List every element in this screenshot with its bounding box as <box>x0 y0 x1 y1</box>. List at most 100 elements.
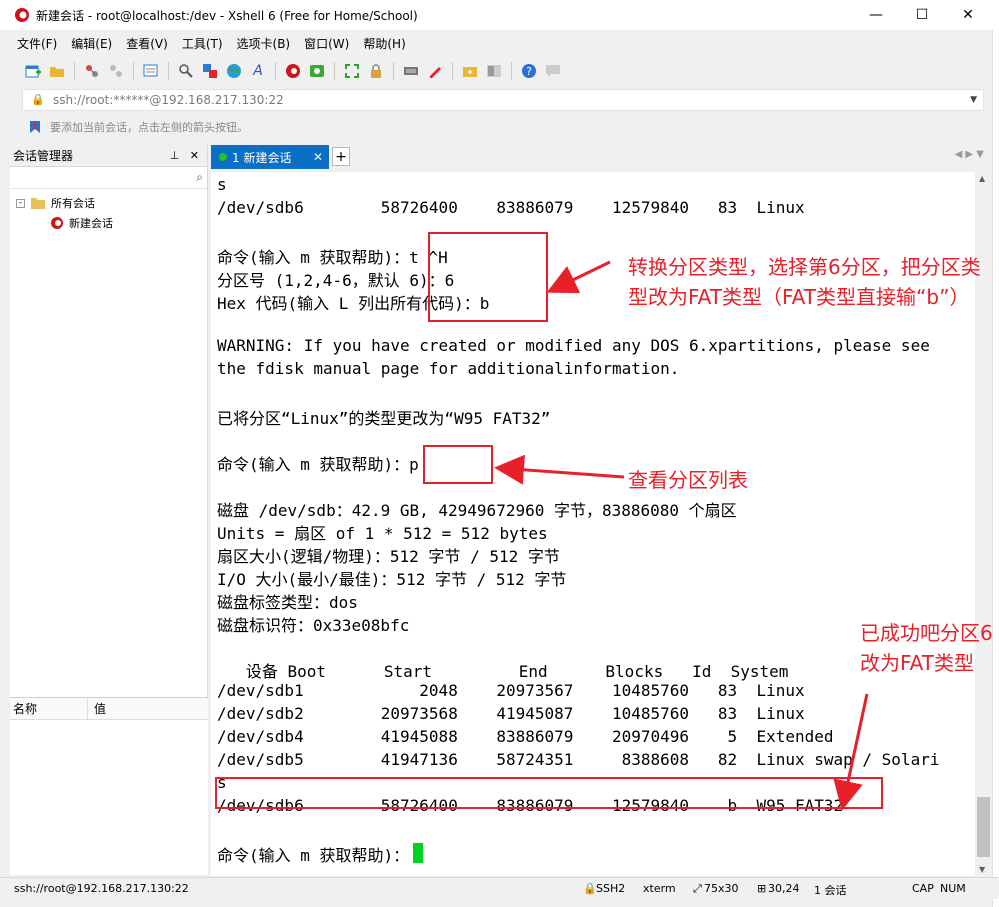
terminal-line: /dev/sdb6 58726400 83886079 12579840 83 … <box>217 198 805 217</box>
terminal-line: 设备 Boot Start End Blocks Id System <box>217 662 789 681</box>
lock-icon[interactable] <box>365 60 387 82</box>
status-bar: ssh://root@192.168.217.130:22 🔒 SSH2 xte… <box>0 877 999 899</box>
terminal-line: /dev/sdb1 2048 20973567 10485760 83 Linu… <box>217 681 805 700</box>
terminal-line: 磁盘 /dev/sdb：42.9 GB, 42949672960 字节，8388… <box>217 501 737 520</box>
toolbar-separator <box>334 62 335 80</box>
transfer-icon[interactable] <box>199 60 221 82</box>
properties-icon[interactable] <box>140 60 162 82</box>
tab-strip: 1 新建会话 ✕ + ◀ ▶ ▼ <box>211 145 988 169</box>
session-manager-title: 会话管理器 <box>13 149 74 163</box>
session-search[interactable]: ⌕ <box>10 167 207 189</box>
open-folder-icon[interactable] <box>46 60 68 82</box>
highlight-box-sdb6 <box>215 777 883 809</box>
status-sessions: 1 会话 <box>814 884 847 897</box>
disconnect-icon[interactable] <box>105 60 127 82</box>
terminal-line: 已将分区“Linux”的类型更改为“W95 FAT32” <box>217 409 551 428</box>
terminal-line: WARNING: If you have created or modified… <box>217 336 930 355</box>
search-icon[interactable]: ⌕ <box>196 170 203 185</box>
chevron-down-icon[interactable]: ▼ <box>970 95 977 105</box>
find-icon[interactable] <box>175 60 197 82</box>
xftp-icon[interactable] <box>306 60 328 82</box>
new-session-icon[interactable] <box>22 60 44 82</box>
svg-text:?: ? <box>526 65 532 78</box>
fullscreen-icon[interactable] <box>341 60 363 82</box>
scroll-up-icon[interactable]: ▲ <box>979 174 985 183</box>
annotation-success: 已成功吧分区6 改为FAT类型 <box>860 621 993 675</box>
address-value[interactable]: ssh://root:******@192.168.217.130:22 <box>53 93 284 107</box>
session-manager-header: 会话管理器 ⊥ ✕ <box>10 145 207 167</box>
toolbar-separator <box>511 62 512 80</box>
col-name[interactable]: 名称 <box>10 698 88 719</box>
collapse-icon[interactable]: - <box>16 198 25 208</box>
toolbar-separator <box>133 62 134 80</box>
terminal-line: Units = 扇区 of 1 * 512 = 512 bytes <box>217 524 548 543</box>
minimize-button[interactable]: — <box>853 0 899 30</box>
highlight-box-print <box>423 445 493 484</box>
menu-edit[interactable]: 编辑(E) <box>64 35 119 52</box>
properties-header: 名称 值 <box>10 698 208 720</box>
status-protocol: SSH2 <box>596 882 626 895</box>
close-tab-icon[interactable]: ✕ <box>313 150 323 164</box>
terminal-line: 命令(输入 m 获取帮助)：t ^H <box>217 248 448 267</box>
window-edge <box>992 30 999 907</box>
maximize-button[interactable]: ☐ <box>899 0 945 30</box>
toolbar-separator <box>275 62 276 80</box>
keyboard-icon[interactable] <box>400 60 422 82</box>
tab-new-session[interactable]: 1 新建会话 ✕ <box>211 145 329 169</box>
terminal-cursor <box>413 843 424 863</box>
globe-icon[interactable] <box>223 60 245 82</box>
scroll-thumb[interactable] <box>977 797 990 857</box>
xshell-session-icon <box>51 217 63 229</box>
terminal-line: /dev/sdb2 20973568 41945087 10485760 83 … <box>217 704 805 723</box>
tab-label: 1 新建会话 <box>232 150 292 165</box>
menu-window[interactable]: 窗口(W) <box>297 35 356 52</box>
pane-controls[interactable]: ⊥ ✕ <box>170 149 199 162</box>
tree-item-all-sessions[interactable]: - 所有会话 <box>16 195 95 211</box>
toolbar: A ? <box>22 58 564 84</box>
connected-status-icon <box>219 153 227 161</box>
tab-nav-arrows[interactable]: ◀ ▶ ▼ <box>955 149 984 160</box>
address-bar[interactable]: 🔒 ssh://root:******@192.168.217.130:22 ▼ <box>22 89 984 111</box>
terminal-line: 扇区大小(逻辑/物理)：512 字节 / 512 字节 <box>217 547 560 566</box>
chat-icon[interactable] <box>542 60 564 82</box>
col-value[interactable]: 值 <box>88 698 208 719</box>
add-tab-button[interactable]: + <box>332 147 350 166</box>
hint-bar: 要添加当前会话，点击左侧的箭头按钮。 <box>22 116 984 138</box>
terminal-line: I/O 大小(最小/最佳)：512 字节 / 512 字节 <box>217 570 567 589</box>
highlight-box-type-change <box>428 232 548 322</box>
tree-item-label: 所有会话 <box>51 197 95 210</box>
menu-file[interactable]: 文件(F) <box>10 35 64 52</box>
terminal-line: the fdisk manual page for additionalinfo… <box>217 359 680 378</box>
connect-icon[interactable] <box>81 60 103 82</box>
new-tab-icon[interactable] <box>459 60 481 82</box>
scroll-down-icon[interactable]: ▼ <box>979 865 985 874</box>
tree-item-new-session[interactable]: 新建会话 <box>50 215 113 231</box>
status-num: NUM <box>940 882 966 895</box>
session-manager-pane: 会话管理器 ⊥ ✕ ⌕ - 所有会话 新建会话 名称 值 <box>10 145 208 875</box>
title-bar: 新建会话 - root@localhost:/dev - Xshell 6 (F… <box>0 0 999 30</box>
toolbar-separator <box>168 62 169 80</box>
xshell-icon[interactable] <box>282 60 304 82</box>
terminal-line: 磁盘标签类型：dos <box>217 593 358 612</box>
terminal-line: /dev/sdb4 41945088 83886079 20970496 5 E… <box>217 727 834 746</box>
menu-tools[interactable]: 工具(T) <box>175 35 230 52</box>
bookmark-icon[interactable] <box>28 120 42 134</box>
help-icon[interactable]: ? <box>518 60 540 82</box>
menu-tab[interactable]: 选项卡(B) <box>230 35 298 52</box>
font-icon[interactable]: A <box>247 60 269 82</box>
toolbar-separator <box>393 62 394 80</box>
menu-help[interactable]: 帮助(H) <box>356 35 412 52</box>
lock-icon: 🔒 <box>31 93 45 106</box>
close-button[interactable]: ✕ <box>945 0 991 30</box>
terminal-line: /dev/sdb5 41947136 58724351 8388608 82 L… <box>217 750 940 769</box>
menu-view[interactable]: 查看(V) <box>119 35 175 52</box>
terminal-line: 命令(输入 m 获取帮助)：p <box>217 455 419 474</box>
compose-icon[interactable] <box>424 60 446 82</box>
hint-text: 要添加当前会话，点击左侧的箭头按钮。 <box>50 121 248 134</box>
layout-icon[interactable] <box>483 60 505 82</box>
terminal-line: 命令(输入 m 获取帮助)： <box>217 846 410 865</box>
status-size: 75x30 <box>704 882 739 895</box>
resize-icon: ⤢ <box>693 882 702 895</box>
status-terminal: xterm <box>643 882 676 895</box>
xshell-logo-icon <box>15 8 29 22</box>
